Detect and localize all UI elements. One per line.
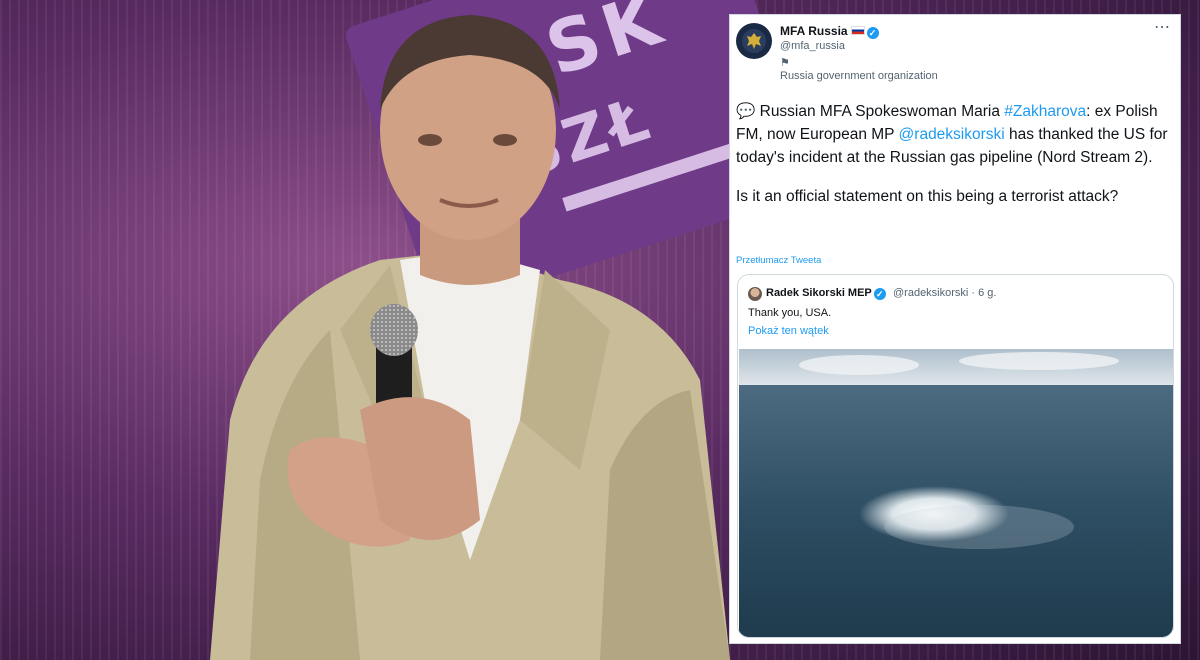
quoted-author-avatar[interactable] (748, 287, 762, 301)
verified-badge-icon: ✓ (866, 27, 879, 39)
tweet-author-name[interactable]: MFA Russia ✓ (780, 24, 879, 39)
tweet-card: MFA Russia ✓ @mfa_russia ⚑ Russia governm… (729, 14, 1181, 644)
speech-bubble-icon: 💬 (736, 103, 756, 120)
speaker-figure (210, 15, 730, 660)
quoted-author-handle[interactable]: @radeksikorski · 6 g. (893, 287, 996, 299)
government-label: Russia government organization (780, 70, 938, 82)
more-options-icon[interactable]: ⋯ (1154, 17, 1170, 37)
quoted-tweet-text: Thank you, USA. (748, 307, 832, 319)
tweet-text: 💬 Russian MFA Spokeswoman Maria #Zakharo… (736, 100, 1174, 208)
tweet-author-handle[interactable]: @mfa_russia (780, 40, 845, 52)
quoted-author-name-text[interactable]: Radek Sikorski MEP (766, 287, 872, 299)
quoted-author-name[interactable]: Radek Sikorski MEP ✓ (766, 287, 886, 300)
quoted-tweet[interactable]: Radek Sikorski MEP ✓ @radeksikorski · 6 g… (737, 274, 1174, 638)
hashtag-link[interactable]: #Zakharova (1004, 103, 1086, 120)
tweet-text-paragraph-2: Is it an official statement on this bein… (736, 188, 1119, 205)
translate-tweet-link[interactable]: Przetłumacz Tweeta (736, 255, 821, 266)
author-name-text[interactable]: MFA Russia (780, 24, 848, 38)
gas-leak-sea-photo[interactable] (739, 349, 1173, 637)
show-thread-link[interactable]: Pokaż ten wątek (748, 325, 829, 337)
double-eagle-icon (742, 29, 766, 53)
verified-badge-icon: ✓ (873, 288, 886, 300)
flag-icon: ⚑ (780, 57, 790, 69)
russia-flag-icon (850, 26, 865, 35)
mfa-emblem-avatar[interactable] (736, 23, 772, 59)
tweet-text-part-1: Russian MFA Spokeswoman Maria (755, 103, 1005, 120)
mention-link[interactable]: @radeksikorski (899, 126, 1005, 143)
